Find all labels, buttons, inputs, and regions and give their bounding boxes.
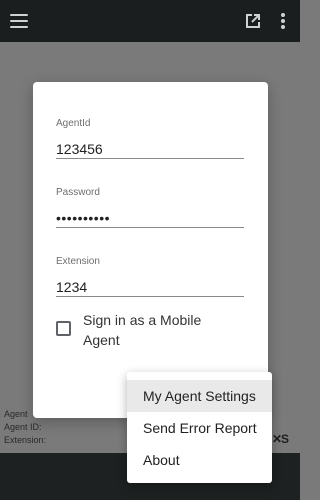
menu-item-send-error-report[interactable]: Send Error Report (127, 412, 272, 444)
password-field: Password •••••••••• (56, 187, 244, 228)
agent-id-info-line: Agent ID: (4, 422, 42, 432)
agent-id-field: AgentId 123456 (56, 118, 244, 159)
menu-item-about[interactable]: About (127, 444, 272, 476)
extension-input[interactable]: 1234 (56, 277, 244, 297)
hamburger-menu-icon[interactable] (10, 14, 28, 28)
menu-item-my-agent-settings[interactable]: My Agent Settings (127, 380, 272, 412)
brand-logo-fragment: ✕S (272, 432, 289, 446)
mobile-agent-checkbox[interactable] (56, 321, 71, 336)
extension-field: Extension 1234 (56, 256, 244, 297)
extension-label: Extension (56, 256, 100, 267)
login-dialog: AgentId 123456 Password •••••••••• Exten… (33, 82, 268, 418)
agent-id-label: AgentId (56, 118, 91, 129)
overflow-menu: My Agent Settings Send Error Report Abou… (127, 372, 272, 483)
more-vert-icon[interactable] (279, 12, 287, 30)
password-input[interactable]: •••••••••• (56, 208, 244, 228)
top-app-bar (0, 0, 300, 42)
agent-id-input[interactable]: 123456 (56, 139, 244, 159)
password-label: Password (56, 187, 100, 198)
mobile-agent-label[interactable]: Sign in as a Mobile Agent (83, 310, 233, 350)
mobile-agent-checkbox-row[interactable]: Sign in as a Mobile Agent (56, 310, 256, 350)
open-in-new-icon[interactable] (244, 12, 262, 30)
extension-info-line: Extension: (4, 435, 47, 445)
